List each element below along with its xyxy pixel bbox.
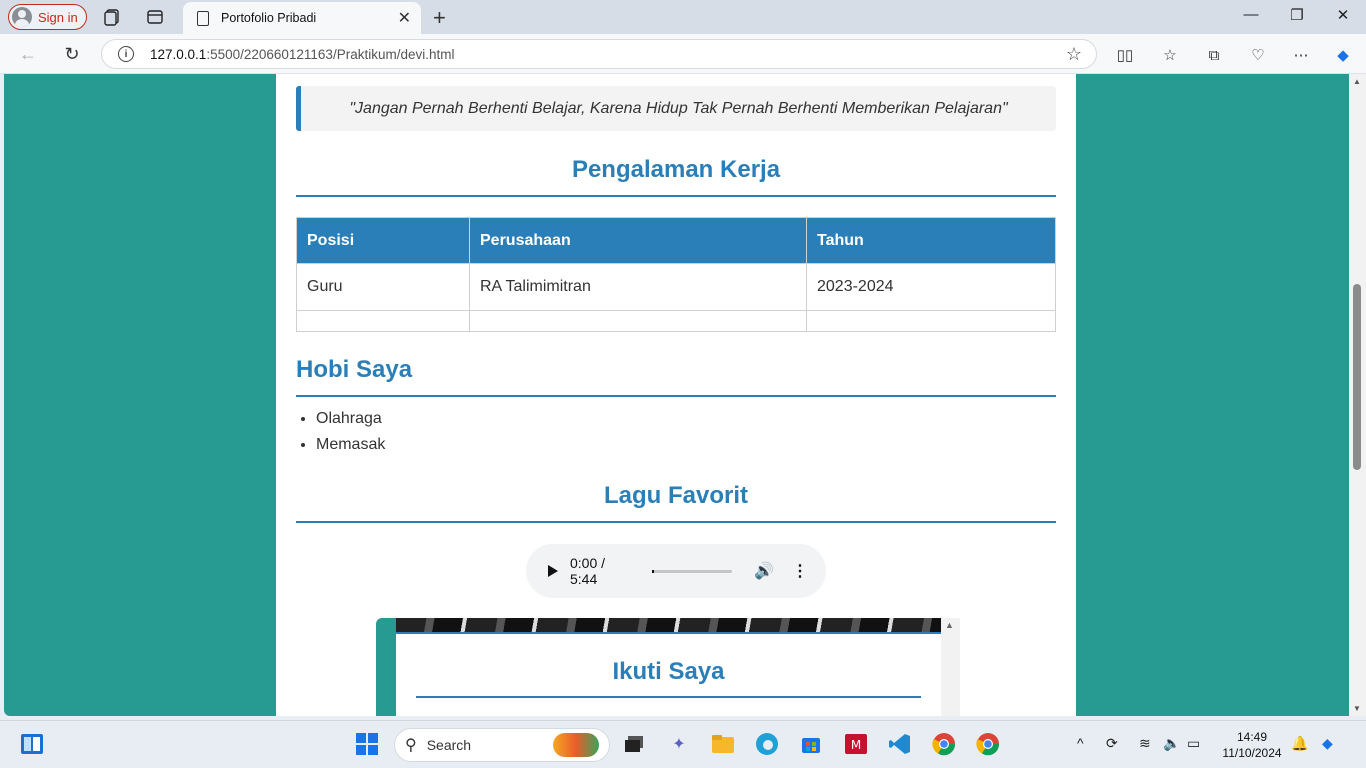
store-icon[interactable] <box>798 731 824 757</box>
file-explorer-icon[interactable] <box>710 731 736 757</box>
chrome-profile-1-icon[interactable] <box>931 731 957 757</box>
page-viewport: "Jangan Pernah Berhenti Belajar, Karena … <box>4 74 1349 716</box>
table-header-row: Posisi Perusahaan Tahun <box>296 217 1056 264</box>
table-cell <box>296 310 470 332</box>
copilot-taskbar-icon[interactable]: ◆ <box>1322 735 1333 752</box>
table-row: Guru RA Talimimitran 2023-2024 <box>296 263 1056 311</box>
table-row <box>296 310 1056 332</box>
sign-in-button[interactable]: Sign in <box>8 4 87 30</box>
split-screen-icon[interactable]: ▯▯ <box>1114 44 1136 66</box>
tab-title: Portofolio Pribadi <box>221 11 317 25</box>
refresh-icon[interactable]: ↻ <box>60 42 84 66</box>
widgets-icon[interactable] <box>19 731 45 757</box>
battery-icon[interactable]: ▭ <box>1187 735 1200 752</box>
browser-essentials-icon[interactable]: ♡ <box>1247 44 1269 66</box>
teams-icon[interactable]: ✦ <box>666 731 692 757</box>
back-icon[interactable]: ← <box>16 42 40 66</box>
table-cell: 2023-2024 <box>806 263 1056 311</box>
tab-actions-icon[interactable] <box>145 7 165 27</box>
url-path: :5500/220660121163/Praktikum/devi.html <box>206 46 455 62</box>
header-perusahaan: Perusahaan <box>469 217 807 264</box>
chrome-profile-2-icon[interactable] <box>975 731 1001 757</box>
experience-title: Pengalaman Kerja <box>296 156 1056 197</box>
taskbar-search[interactable]: ⚲ Search <box>394 728 610 762</box>
volume-icon[interactable]: 🔊 <box>754 561 774 581</box>
vscode-icon[interactable] <box>887 731 913 757</box>
tab-strip: Sign in Portofolio Pribadi ✕ + — ❐ ✕ <box>0 0 1366 34</box>
embedded-content: Ikuti Saya <box>396 618 941 716</box>
favorites-icon[interactable]: ☆ <box>1159 44 1181 66</box>
collections-icon[interactable]: ⧉ <box>1203 44 1225 66</box>
address-bar[interactable]: i 127.0.0.1 :5500/220660121163/Praktikum… <box>101 39 1097 69</box>
restore-icon[interactable]: ❐ <box>1274 6 1320 24</box>
hobbies-title: Hobi Saya <box>296 356 1056 397</box>
group-photo <box>396 618 941 634</box>
scroll-up-icon[interactable]: ▲ <box>1353 77 1361 86</box>
follow-title: Ikuti Saya <box>416 658 921 698</box>
copilot-icon[interactable]: ◆ <box>1332 44 1354 66</box>
svg-text:M: M <box>851 738 861 752</box>
hobbies-list: Olahraga Memasak <box>316 408 385 460</box>
play-icon[interactable] <box>548 565 558 577</box>
audio-progress-slider[interactable] <box>652 569 733 573</box>
task-view-icon[interactable] <box>621 731 647 757</box>
table-cell: Guru <box>296 263 470 311</box>
embedded-scrollbar[interactable]: ▲ <box>941 618 960 716</box>
sync-icon[interactable]: ⟳ <box>1106 735 1118 752</box>
sign-in-label: Sign in <box>38 9 78 25</box>
table-cell <box>806 310 1056 332</box>
url-host: 127.0.0.1 <box>150 46 207 62</box>
audio-player: 0:00 / 5:44 🔊 ⋮ <box>526 544 826 598</box>
page-icon <box>197 10 209 26</box>
more-menu-icon[interactable]: ⋯ <box>1290 44 1312 66</box>
header-posisi: Posisi <box>296 217 470 264</box>
notification-bell-icon[interactable]: 🔔 <box>1291 735 1308 752</box>
wifi-icon[interactable]: ≋ <box>1139 735 1151 752</box>
system-clock[interactable]: 14:49 11/10/2024 <box>1214 729 1290 761</box>
search-highlight-icon <box>553 733 599 757</box>
content-container: "Jangan Pernah Berhenti Belajar, Karena … <box>276 74 1076 716</box>
page-scrollbar[interactable]: ▲ ▼ <box>1349 74 1366 716</box>
audio-time: 0:00 / 5:44 <box>570 555 606 587</box>
quote-block: "Jangan Pernah Berhenti Belajar, Karena … <box>296 86 1056 131</box>
list-item: Olahraga <box>316 408 385 434</box>
scrollbar-thumb[interactable] <box>1353 284 1361 470</box>
more-options-icon[interactable]: ⋮ <box>792 561 808 581</box>
scroll-down-icon[interactable]: ▼ <box>1353 704 1361 713</box>
list-item: Memasak <box>316 434 385 460</box>
clock-time: 14:49 <box>1236 730 1268 744</box>
navigation-bar: ← ↻ i 127.0.0.1 :5500/220660121163/Prakt… <box>0 34 1366 74</box>
minimize-icon[interactable]: — <box>1228 6 1274 23</box>
new-tab-button[interactable]: + <box>433 5 446 31</box>
table-cell <box>469 310 807 332</box>
music-title: Lagu Favorit <box>296 482 1056 523</box>
site-info-icon[interactable]: i <box>118 46 134 62</box>
table-cell: RA Talimimitran <box>469 263 807 311</box>
search-icon: ⚲ <box>405 737 417 754</box>
tab-close-icon[interactable]: ✕ <box>398 8 411 28</box>
clock-date: 11/10/2024 <box>1222 746 1282 760</box>
experience-table: Posisi Perusahaan Tahun Guru RA Talimimi… <box>296 217 1056 332</box>
workspaces-icon[interactable] <box>103 7 123 27</box>
header-tahun: Tahun <box>806 217 1056 264</box>
show-hidden-icons-icon[interactable]: ^ <box>1077 735 1084 751</box>
edge-icon[interactable] <box>754 731 780 757</box>
favorite-star-icon[interactable]: ☆ <box>1066 44 1082 65</box>
profile-avatar-icon <box>12 7 32 27</box>
scroll-up-icon[interactable]: ▲ <box>945 620 954 630</box>
mendeley-icon[interactable]: M <box>843 731 869 757</box>
start-icon[interactable] <box>354 731 380 757</box>
search-placeholder: Search <box>426 737 472 753</box>
taskbar: ⚲ Search ✦ M ^ ⟳ ≋ 🔈 ▭ 14:49 11/10/2024 … <box>0 720 1366 768</box>
close-window-icon[interactable]: ✕ <box>1320 6 1366 24</box>
embedded-frame: Ikuti Saya ▲ <box>376 618 960 716</box>
speaker-icon[interactable]: 🔈 <box>1163 735 1180 752</box>
tab-portofolio[interactable]: Portofolio Pribadi ✕ <box>183 2 421 34</box>
